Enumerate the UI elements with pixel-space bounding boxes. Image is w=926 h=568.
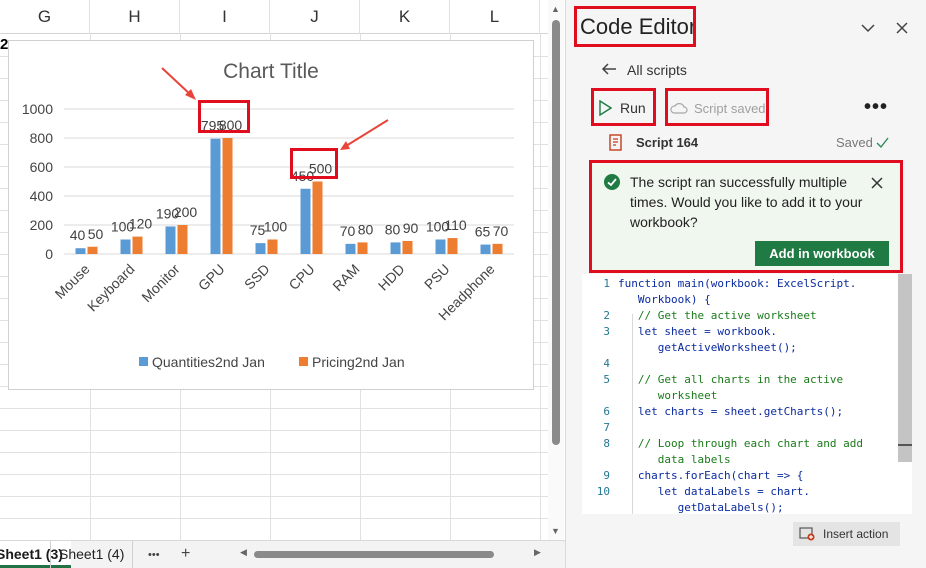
code-text: // Get all charts in the active <box>618 373 844 386</box>
line-number: 9 <box>603 469 610 482</box>
line-number: 5 <box>603 373 610 386</box>
tab-sheet1-4[interactable]: Sheet1 (4) <box>50 541 134 568</box>
line-number: 8 <box>603 437 610 450</box>
code-text: let charts = sheet.getCharts(); <box>618 405 844 418</box>
code-text: charts.forEach(chart => { <box>618 469 804 482</box>
vertical-scrollbar[interactable]: ▲ ▼ <box>548 0 564 540</box>
horizontal-scroll-thumb[interactable] <box>254 551 494 558</box>
code-scrollbar[interactable] <box>898 274 912 462</box>
script-file-icon <box>609 134 622 151</box>
line-number: 2 <box>603 309 610 322</box>
line-number: 1 <box>603 277 610 290</box>
code-area[interactable]: 1 function main(workbook: ExcelScript. Wo… <box>582 274 912 514</box>
line-number: 4 <box>603 357 610 370</box>
horizontal-scrollbar[interactable]: ◀ ▶ <box>240 547 545 561</box>
code-text: Workbook) { <box>618 293 711 306</box>
arrow-to-gpu-icon <box>161 67 196 100</box>
vertical-scroll-thumb[interactable] <box>552 20 560 445</box>
check-icon <box>876 137 889 149</box>
code-text: getActiveWorksheet(); <box>618 341 797 354</box>
highlight-script-saved <box>665 88 769 126</box>
excel-window: GHIJKL 2 Chart Title 0 200 400 600 800 1000 40 5… <box>0 0 926 568</box>
highlight-run-button <box>591 88 656 126</box>
scroll-right-icon[interactable]: ▶ <box>534 547 541 558</box>
code-text: function main(workbook: ExcelScript. <box>618 277 857 290</box>
code-text: let sheet = workbook. <box>618 325 777 338</box>
insert-action-icon <box>799 527 815 541</box>
code-text: // Loop through each chart and add <box>618 437 864 450</box>
insert-action-button[interactable]: Insert action <box>793 522 900 546</box>
line-number: 6 <box>603 405 610 418</box>
add-sheet-icon[interactable]: + <box>181 545 190 563</box>
scroll-down-icon[interactable]: ▼ <box>551 526 560 536</box>
code-editor-pane: Code Editor All scripts Run Script saved… <box>565 0 926 568</box>
close-icon[interactable] <box>894 20 910 36</box>
code-text: data labels <box>618 453 731 466</box>
code-text: // Get the active worksheet <box>618 309 817 322</box>
annotation-arrows <box>161 67 389 150</box>
line-number: 3 <box>603 325 610 338</box>
sheet-tab-bar: Sheet1 (3) Sheet1 (4) ••• + ◀ ▶ <box>0 540 565 568</box>
code-text: let dataLabels = chart. <box>618 485 811 498</box>
more-options-button[interactable]: ••• <box>864 96 888 119</box>
code-scroll-marker <box>898 444 912 446</box>
arrow-to-cpu-icon <box>340 119 389 150</box>
highlight-code-editor-title <box>574 6 696 47</box>
line-number: 7 <box>603 421 610 434</box>
code-text: getDataLabels(); <box>618 501 784 514</box>
more-sheets-icon[interactable]: ••• <box>148 546 160 564</box>
scroll-left-icon[interactable]: ◀ <box>240 547 247 558</box>
all-scripts-link[interactable]: All scripts <box>627 62 687 78</box>
chevron-down-icon[interactable] <box>860 20 876 36</box>
scroll-up-icon[interactable]: ▲ <box>551 4 560 14</box>
highlight-success-notice <box>589 160 903 273</box>
insert-action-label: Insert action <box>823 527 889 541</box>
code-text: worksheet <box>618 389 718 402</box>
line-number: 10 <box>596 485 610 498</box>
script-name[interactable]: Script 164 <box>636 135 698 150</box>
saved-label: Saved <box>836 135 873 150</box>
back-arrow-icon[interactable] <box>600 60 618 78</box>
